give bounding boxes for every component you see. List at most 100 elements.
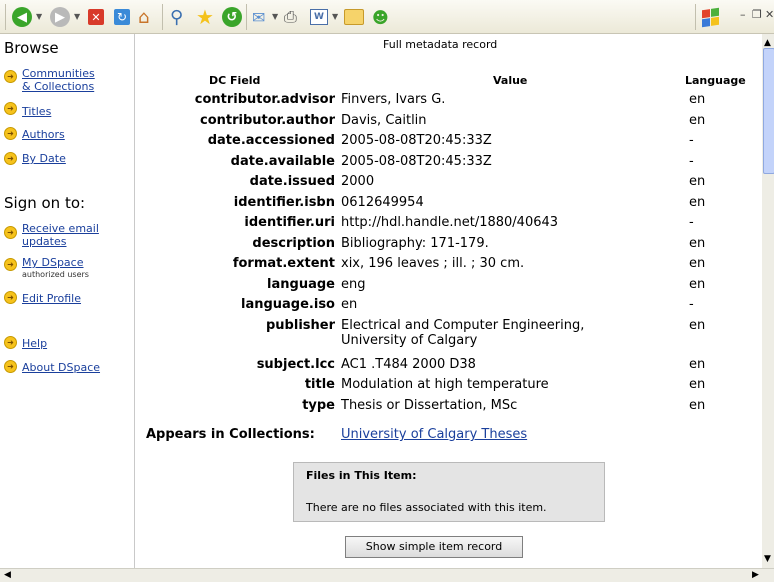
field-value: eng: [341, 276, 366, 292]
files-heading: Files in This Item:: [306, 469, 417, 482]
arrow-bullet-icon: ➜: [4, 291, 17, 304]
history-icon: ↺: [222, 7, 242, 27]
arrow-bullet-icon: ➜: [4, 360, 17, 373]
search-button[interactable]: ⚲: [170, 6, 183, 28]
search-icon: ⚲: [170, 6, 184, 28]
print-button[interactable]: ⎙: [284, 6, 297, 28]
sidebar-link-communities[interactable]: Communities & Collections: [22, 67, 95, 93]
files-panel: Files in This Item: There are no files a…: [293, 462, 605, 522]
back-button[interactable]: ◀: [12, 6, 32, 28]
sidebar-link-about-dspace[interactable]: About DSpace: [22, 361, 100, 374]
vertical-scrollbar[interactable]: ▲ ▼: [762, 34, 774, 568]
scroll-left-icon[interactable]: ◀: [4, 570, 11, 580]
sidebar-link-titles[interactable]: Titles: [22, 105, 51, 118]
edit-button[interactable]: W: [310, 6, 328, 28]
files-message: There are no files associated with this …: [306, 501, 547, 514]
field-value: Modulation at high temperature: [341, 377, 549, 392]
field-language: en: [689, 235, 706, 251]
column-header-value: Value: [493, 74, 528, 87]
value-line: University of Calgary: [341, 332, 478, 348]
field-name: language.iso: [240, 297, 335, 312]
toolbar-separator: [695, 4, 696, 30]
field-name: publisher: [266, 317, 335, 333]
minimize-button[interactable]: –: [740, 8, 746, 21]
scroll-right-icon[interactable]: ▶: [752, 570, 759, 580]
arrow-bullet-icon: ➜: [4, 70, 17, 83]
mail-dropdown-icon[interactable]: ▼: [272, 12, 278, 21]
horizontal-scrollbar[interactable]: ◀ ▶: [0, 568, 774, 582]
toolbar-grip: [5, 4, 6, 30]
field-value: Davis, Caitlin: [341, 112, 427, 128]
toolbar-separator: [162, 4, 163, 30]
field-name: type: [302, 397, 335, 413]
field-value: 0612649954: [341, 194, 424, 210]
field-name: language: [267, 276, 335, 292]
favorites-icon: ★: [196, 5, 214, 29]
scroll-thumb[interactable]: [763, 48, 774, 174]
browse-heading: Browse: [4, 39, 59, 57]
arrow-bullet-icon: ➜: [4, 226, 17, 239]
sidebar: Browse ➜ Communities & Collections ➜ Tit…: [0, 34, 135, 568]
folder-button[interactable]: [344, 6, 364, 28]
stop-button[interactable]: ✕: [88, 6, 104, 28]
home-button[interactable]: ⌂: [138, 6, 149, 28]
toolbar-separator: [246, 4, 247, 30]
back-icon: ◀: [12, 7, 32, 27]
field-language: en: [689, 276, 706, 292]
sidebar-link-by-date[interactable]: By Date: [22, 152, 66, 165]
messenger-icon: ☻: [372, 7, 389, 27]
forward-dropdown-icon[interactable]: ▼: [74, 12, 80, 21]
mail-icon: ✉: [252, 7, 266, 27]
signon-heading: Sign on to:: [4, 194, 86, 212]
sidebar-link-authors[interactable]: Authors: [22, 128, 65, 141]
refresh-icon: ↻: [114, 9, 130, 25]
folder-icon: [344, 9, 364, 25]
field-name: identifier.isbn: [233, 194, 335, 210]
field-value: Finvers, Ivars G.: [341, 92, 446, 107]
field-language: en: [689, 317, 706, 333]
authorized-users-note: authorized users: [22, 270, 89, 279]
scroll-up-icon[interactable]: ▲: [764, 38, 771, 48]
forward-icon: ▶: [50, 7, 70, 27]
field-language: en: [689, 256, 706, 271]
field-value: Bibliography: 171-179.: [341, 235, 489, 251]
field-name: contributor.advisor: [194, 92, 335, 107]
windows-logo-icon: [702, 7, 719, 27]
link-line: updates: [22, 235, 67, 248]
show-simple-record-button[interactable]: Show simple item record: [345, 536, 523, 558]
sidebar-link-edit-profile[interactable]: Edit Profile: [22, 292, 81, 305]
field-language: en: [689, 194, 706, 210]
history-button[interactable]: ↺: [222, 6, 242, 28]
restore-button[interactable]: ❐: [752, 8, 762, 21]
print-icon: ⎙: [284, 7, 297, 26]
arrow-bullet-icon: ➜: [4, 102, 17, 115]
forward-button[interactable]: ▶: [50, 6, 70, 28]
field-name: title: [304, 377, 335, 392]
field-value: 2000: [341, 174, 375, 189]
sidebar-link-help[interactable]: Help: [22, 337, 47, 350]
mail-button[interactable]: ✉: [252, 6, 265, 28]
arrow-bullet-icon: ➜: [4, 258, 17, 271]
field-language: -: [689, 297, 694, 312]
field-name: description: [252, 235, 335, 251]
close-button[interactable]: ✕: [765, 8, 774, 21]
sidebar-link-my-dspace[interactable]: My DSpace: [22, 256, 84, 269]
field-language: -: [689, 133, 694, 148]
scroll-down-icon[interactable]: ▼: [764, 554, 771, 564]
collection-link[interactable]: University of Calgary Theses: [341, 427, 527, 442]
back-dropdown-icon[interactable]: ▼: [36, 12, 42, 21]
arrow-bullet-icon: ➜: [4, 152, 17, 165]
field-value: 2005-08-08T20:45:33Z: [341, 133, 492, 148]
field-language: en: [689, 397, 706, 413]
field-name: subject.lcc: [256, 356, 335, 372]
messenger-button[interactable]: ☻: [372, 6, 389, 28]
column-header-field: DC Field: [209, 74, 261, 87]
field-value: AC1 .T484 2000 D38: [341, 356, 476, 372]
sidebar-link-receive-email[interactable]: Receive email updates: [22, 222, 99, 248]
refresh-button[interactable]: ↻: [114, 6, 130, 28]
field-name: contributor.author: [199, 112, 335, 128]
favorites-button[interactable]: ★: [196, 5, 214, 29]
link-line: Communities: [22, 67, 95, 80]
edit-dropdown-icon[interactable]: ▼: [332, 12, 338, 21]
field-language: en: [689, 174, 706, 189]
